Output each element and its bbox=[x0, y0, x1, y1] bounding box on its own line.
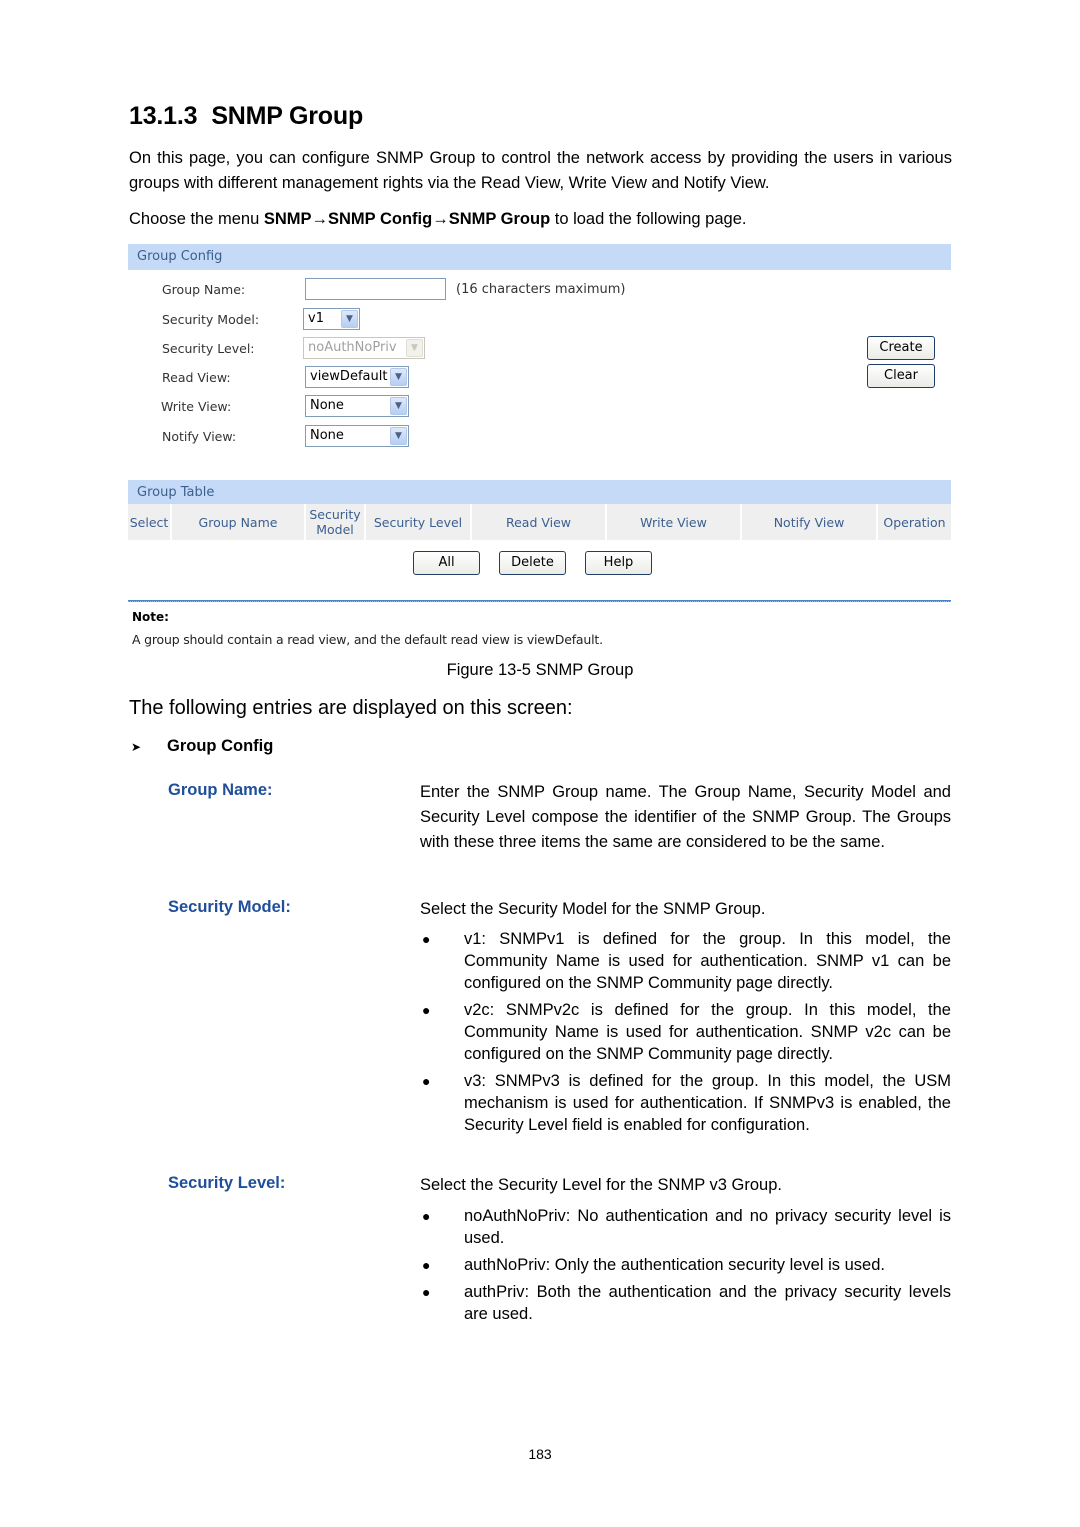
snmp-group-figure: Group Config Group Name: (16 characters … bbox=[128, 244, 951, 650]
delete-button[interactable]: Delete bbox=[499, 551, 566, 575]
note-text: A group should contain a read view, and … bbox=[132, 632, 603, 647]
group-table-header: Group Table bbox=[128, 480, 951, 506]
column-header: Security Model bbox=[306, 504, 366, 540]
desc-security-level: Select the Security Level for the SNMP v… bbox=[420, 1176, 782, 1194]
term-security-level: Security Level: bbox=[168, 1174, 286, 1192]
section-title: SNMP Group bbox=[211, 102, 364, 130]
notify-view-select[interactable]: None ▼ bbox=[305, 425, 409, 447]
column-header: Security Level bbox=[366, 504, 472, 540]
divider bbox=[128, 600, 951, 602]
entries-lead: The following entries are displayed on t… bbox=[129, 697, 573, 719]
term-security-model: Security Model: bbox=[168, 898, 291, 916]
menu-path: SNMP→SNMP Config→SNMP Group bbox=[263, 210, 551, 228]
bullet-icon: ● bbox=[422, 1257, 431, 1273]
subsection-heading: ➤ Group Config bbox=[131, 737, 273, 756]
column-header: Select bbox=[128, 504, 172, 540]
security-model-label: Security Model: bbox=[162, 312, 260, 327]
chevron-down-icon: ▼ bbox=[406, 339, 423, 357]
menu-instruction: Choose the menu SNMP→SNMP Config→SNMP Gr… bbox=[129, 210, 747, 228]
figure-caption: Figure 13-5 SNMP Group bbox=[446, 661, 634, 679]
group-name-label: Group Name: bbox=[162, 282, 246, 297]
group-name-input[interactable] bbox=[305, 278, 446, 300]
subsection-title: Group Config bbox=[167, 737, 274, 755]
security-level-select: noAuthNoPriv ▼ bbox=[303, 337, 425, 359]
create-button[interactable]: Create bbox=[867, 336, 935, 360]
security-model-list: ● v1: SNMPv1 is defined for the group. In… bbox=[420, 928, 951, 1141]
list-item: ● noAuthNoPriv: No authentication and no … bbox=[422, 1207, 951, 1247]
help-button[interactable]: Help bbox=[585, 551, 652, 575]
section-number: 13.1.3 bbox=[129, 102, 198, 130]
read-view-label: Read View: bbox=[162, 370, 231, 385]
column-header: Read View bbox=[472, 504, 607, 540]
chevron-down-icon[interactable]: ▼ bbox=[390, 397, 407, 415]
list-item: ● authPriv: Both the authentication and t… bbox=[422, 1283, 951, 1323]
section-heading: 13.1.3 SNMP Group bbox=[129, 102, 363, 131]
security-level-label: Security Level: bbox=[162, 341, 255, 356]
bullet-icon: ● bbox=[422, 1002, 431, 1018]
notify-view-label: Notify View: bbox=[162, 429, 237, 444]
write-view-label: Write View: bbox=[161, 399, 232, 414]
group-name-hint: (16 characters maximum) bbox=[456, 282, 626, 297]
column-header: Group Name bbox=[172, 504, 306, 540]
list-item: ● v3: SNMPv3 is defined for the group. In… bbox=[422, 1072, 951, 1134]
arrowhead-bullet-icon: ➤ bbox=[131, 740, 142, 754]
column-header: Notify View bbox=[742, 504, 878, 540]
clear-button[interactable]: Clear bbox=[867, 364, 935, 388]
desc-group-name: Enter the SNMP Group name. The Group Nam… bbox=[420, 783, 951, 851]
chevron-down-icon[interactable]: ▼ bbox=[390, 368, 407, 386]
read-view-select[interactable]: viewDefault ▼ bbox=[305, 366, 409, 388]
note-title: Note: bbox=[132, 610, 169, 624]
bullet-icon: ● bbox=[422, 1208, 431, 1224]
group-table-columns: Select Group Name Security Model Securit… bbox=[128, 504, 951, 540]
list-item: ● v1: SNMPv1 is defined for the group. In… bbox=[422, 930, 951, 992]
security-level-list: ● noAuthNoPriv: No authentication and no … bbox=[420, 1205, 951, 1330]
desc-security-model: Select the Security Model for the SNMP G… bbox=[420, 900, 766, 918]
security-model-select[interactable]: v1 ▼ bbox=[303, 308, 360, 330]
list-item: ● v2c: SNMPv2c is defined for the group. … bbox=[422, 1001, 951, 1063]
intro-paragraph: On this page, you can configure SNMP Gro… bbox=[129, 149, 952, 192]
bullet-icon: ● bbox=[422, 1073, 431, 1089]
bullet-icon: ● bbox=[422, 1284, 431, 1300]
chevron-down-icon[interactable]: ▼ bbox=[390, 427, 407, 445]
column-header: Write View bbox=[607, 504, 742, 540]
bullet-icon: ● bbox=[422, 931, 431, 947]
list-item: ● authNoPriv: Only the authentication sec… bbox=[422, 1256, 885, 1274]
write-view-select[interactable]: None ▼ bbox=[305, 395, 409, 417]
column-header: Operation bbox=[878, 504, 951, 540]
group-config-header: Group Config bbox=[128, 244, 951, 270]
chevron-down-icon[interactable]: ▼ bbox=[341, 310, 358, 328]
page-number: 183 bbox=[528, 1446, 552, 1462]
term-group-name: Group Name: bbox=[168, 781, 273, 799]
all-button[interactable]: All bbox=[413, 551, 480, 575]
